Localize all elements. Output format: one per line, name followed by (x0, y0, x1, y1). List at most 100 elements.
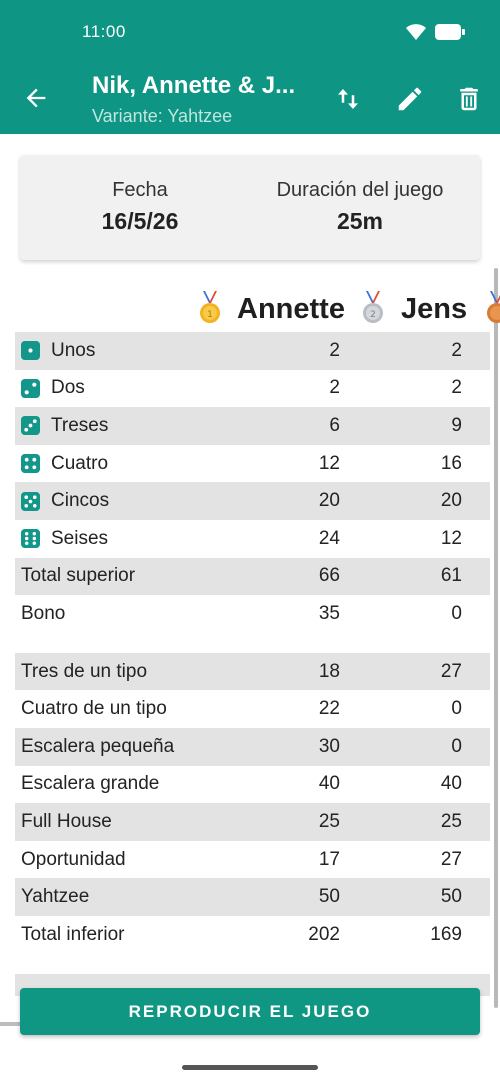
row-label: Full House (21, 810, 112, 832)
table-row: Escalera grande 40 40 (15, 766, 490, 804)
page-title: Nik, Annette & J... (92, 72, 296, 99)
row-label: Escalera pequeña (21, 735, 175, 757)
score-cell: 40 (318, 773, 340, 795)
score-cell: 18 (318, 660, 340, 682)
score-cell: 2 (451, 377, 462, 399)
row-label: Tres de un tipo (21, 660, 148, 682)
table-row-upper-total: Total superior 66 61 (15, 557, 490, 596)
players-header: 1 Annette 2 Jens (0, 285, 500, 331)
score-cell: 6 (329, 414, 340, 436)
dice-three-icon (21, 416, 40, 436)
table-row: Dos 2 2 (15, 370, 490, 408)
score-cell: 12 (440, 527, 462, 549)
score-cell: 17 (318, 848, 340, 870)
wifi-icon (406, 24, 426, 40)
score-cell: 24 (318, 527, 340, 549)
score-cell: 61 (440, 565, 462, 587)
row-label: Unos (51, 339, 96, 361)
home-indicator[interactable] (182, 1065, 318, 1070)
row-label: Seises (51, 527, 109, 549)
row-label: Escalera grande (21, 773, 160, 795)
score-cell: 50 (318, 886, 340, 908)
dice-two-icon (21, 378, 40, 398)
score-cell: 2 (329, 377, 340, 399)
replay-game-button[interactable]: REPRODUCIR EL JUEGO (20, 988, 480, 1035)
table-row: Tres de un tipo 18 27 (15, 652, 490, 691)
score-cell: 25 (440, 810, 462, 832)
row-label: Total inferior (21, 923, 125, 945)
player-name-2: Jens (401, 293, 468, 325)
status-bar: 11:00 (0, 0, 500, 62)
battery-icon (435, 24, 465, 40)
score-cell: 202 (308, 923, 340, 945)
silver-medal-icon: 2 (363, 291, 383, 323)
date-block: Fecha 16/5/26 (60, 179, 220, 235)
score-cell: 9 (451, 414, 462, 436)
date-value: 16/5/26 (101, 208, 179, 234)
row-label: Cuatro (51, 452, 109, 474)
score-cell: 16 (440, 452, 462, 474)
score-cell: 169 (430, 923, 462, 945)
dice-five-icon (21, 491, 40, 511)
score-cell: 66 (318, 565, 340, 587)
score-cell: 35 (318, 602, 340, 624)
dice-one-icon (21, 341, 40, 361)
score-cell: 0 (451, 735, 462, 757)
row-label: Total superior (21, 565, 136, 587)
edit-pencil-icon[interactable] (395, 84, 425, 114)
row-label: Bono (21, 602, 66, 624)
score-cell: 40 (440, 773, 462, 795)
score-cell: 30 (318, 735, 340, 757)
dice-six-icon (21, 529, 40, 549)
table-row-bonus: Bono 35 0 (15, 595, 490, 633)
row-label: Oportunidad (21, 848, 126, 870)
bronze-medal-icon (487, 291, 500, 323)
row-label: Treses (51, 414, 109, 436)
table-row-lower-total: Total inferior 202 169 (15, 916, 490, 954)
table-row: Seises 24 12 (15, 520, 490, 558)
swap-vert-icon[interactable] (333, 84, 363, 114)
svg-text:1: 1 (207, 310, 213, 320)
score-cell: 22 (318, 698, 340, 720)
row-label: Dos (51, 377, 85, 399)
page-subtitle: Variante: Yahtzee (92, 106, 233, 126)
table-row: Full House 25 25 (15, 803, 490, 841)
table-row: Cuatro 12 16 (15, 445, 490, 483)
svg-text:2: 2 (370, 310, 376, 320)
dice-four-icon (21, 454, 40, 474)
game-info-card: Fecha 16/5/26 Duración del juego 25m (20, 155, 480, 260)
row-label: Cincos (51, 490, 110, 512)
delete-trash-icon[interactable] (454, 84, 484, 114)
divider (0, 1022, 20, 1026)
score-table: Unos 2 2 Dos 2 2 Treses 6 9 Cuatro 12 16… (15, 332, 490, 996)
score-cell: 27 (440, 848, 462, 870)
back-arrow-icon[interactable] (22, 84, 50, 112)
score-cell: 0 (451, 698, 462, 720)
status-time: 11:00 (82, 22, 126, 41)
duration-block: Duración del juego 25m (250, 179, 470, 235)
duration-label: Duración del juego (276, 179, 444, 201)
score-cell: 2 (329, 339, 340, 361)
table-row: Treses 6 9 (15, 407, 490, 445)
table-row: Unos 2 2 (15, 332, 490, 370)
score-cell: 50 (440, 886, 462, 908)
date-label: Fecha (112, 179, 168, 201)
table-row: Cincos 20 20 (15, 482, 490, 520)
table-row: Cuatro de un tipo 22 0 (15, 690, 490, 728)
player-name-1: Annette (237, 293, 345, 325)
status-icons (404, 22, 466, 42)
table-row: Escalera pequeña 30 0 (15, 727, 490, 766)
score-cell: 27 (440, 660, 462, 682)
gold-medal-icon: 1 (200, 291, 220, 323)
score-cell: 20 (318, 490, 340, 512)
score-cell: 20 (440, 490, 462, 512)
score-cell: 0 (451, 602, 462, 624)
score-cell: 12 (318, 452, 340, 474)
score-cell: 25 (318, 810, 340, 832)
app-bar: Nik, Annette & J... Variante: Yahtzee (0, 62, 500, 134)
scrollbar[interactable] (494, 268, 498, 1008)
row-label: Cuatro de un tipo (21, 698, 167, 720)
duration-value: 25m (336, 208, 384, 234)
